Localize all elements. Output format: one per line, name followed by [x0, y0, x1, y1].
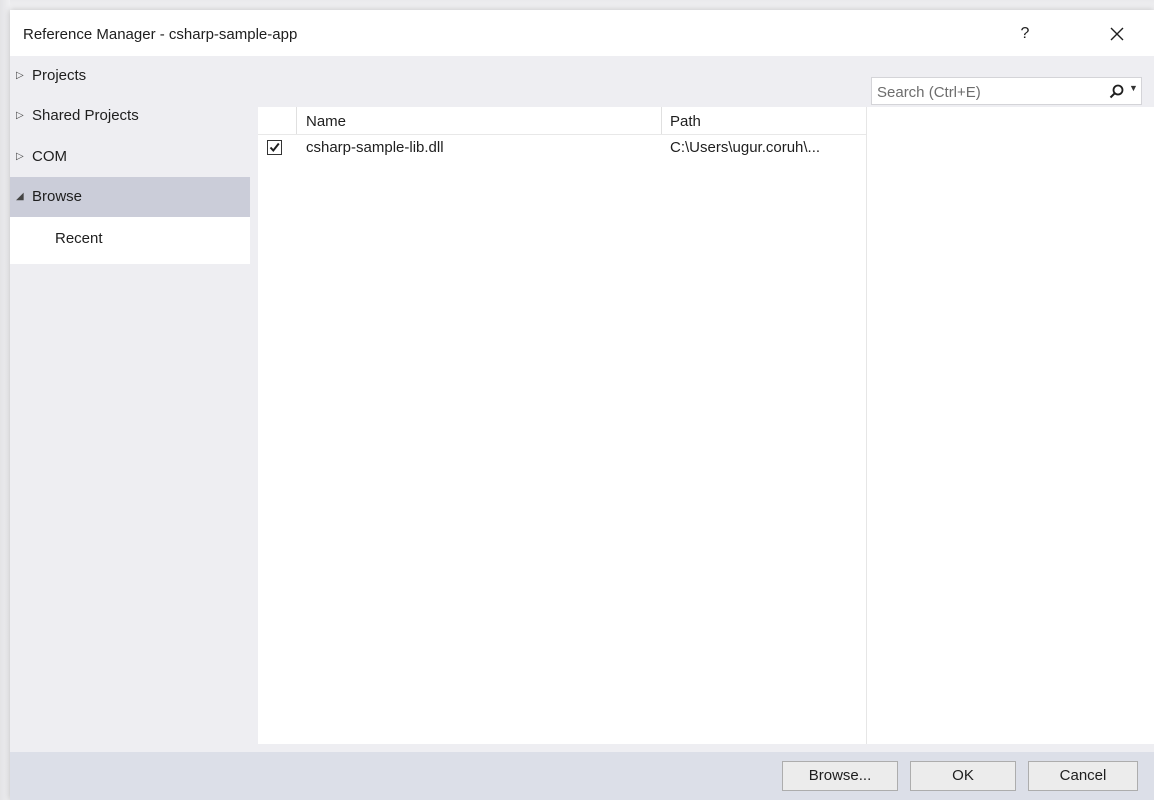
sidebar-item-label: Browse	[32, 188, 83, 205]
background-left	[0, 0, 10, 800]
reference-list: Name Path csharp-sample-lib.dll C:\Users…	[258, 107, 867, 744]
search-options-dropdown-icon[interactable]: ▼	[1129, 83, 1138, 93]
title-bar: Reference Manager - csharp-sample-app ?	[10, 10, 1154, 56]
browse-button[interactable]: Browse...	[782, 761, 898, 791]
details-panel	[867, 107, 1154, 744]
reference-path: C:\Users\ugur.coruh\...	[670, 139, 821, 156]
search-box: ▼	[871, 77, 1142, 106]
expand-arrow-icon: ▷	[16, 70, 24, 81]
reference-checkbox[interactable]	[267, 140, 282, 155]
search-icon[interactable]	[1109, 84, 1124, 99]
dialog-body: ▷ Projects ▷ Shared Projects ▷ COM ◢ Bro…	[10, 56, 1154, 752]
table-row[interactable]: csharp-sample-lib.dll C:\Users\ugur.coru…	[258, 135, 866, 159]
close-button[interactable]	[1100, 18, 1134, 50]
ok-button[interactable]: OK	[910, 761, 1016, 791]
background-top	[0, 0, 1154, 10]
category-sidebar: ▷ Projects ▷ Shared Projects ▷ COM ◢ Bro…	[10, 56, 250, 752]
column-header-path[interactable]: Path	[663, 107, 866, 134]
sidebar-item-label: COM	[32, 148, 67, 165]
sidebar-item-projects[interactable]: ▷ Projects	[10, 56, 250, 96]
window-title: Reference Manager - csharp-sample-app	[23, 26, 298, 43]
sidebar-item-label: Projects	[32, 67, 87, 84]
sidebar-item-com[interactable]: ▷ COM	[10, 137, 250, 177]
expand-arrow-icon: ▷	[16, 110, 24, 121]
sidebar-item-shared-projects[interactable]: ▷ Shared Projects	[10, 96, 250, 136]
expand-arrow-icon: ▷	[16, 151, 24, 162]
reference-manager-dialog: Reference Manager - csharp-sample-app ? …	[10, 10, 1154, 800]
sidebar-subitem-label: Recent	[55, 230, 103, 247]
search-input[interactable]	[872, 78, 1104, 106]
cancel-button[interactable]: Cancel	[1028, 761, 1138, 791]
checkmark-icon	[269, 142, 280, 153]
list-header: Name Path	[258, 107, 866, 135]
sidebar-subitem-recent[interactable]: Recent	[10, 217, 250, 264]
sidebar-item-label: Shared Projects	[32, 107, 139, 124]
column-header-name[interactable]: Name	[297, 107, 662, 134]
collapse-arrow-icon: ◢	[16, 191, 24, 202]
help-button[interactable]: ?	[1010, 18, 1040, 50]
sidebar-item-browse[interactable]: ◢ Browse	[10, 177, 250, 217]
column-header-check[interactable]	[258, 107, 297, 134]
dialog-footer: Browse... OK Cancel	[10, 752, 1154, 800]
reference-name: csharp-sample-lib.dll	[306, 139, 444, 156]
close-icon	[1110, 27, 1124, 41]
